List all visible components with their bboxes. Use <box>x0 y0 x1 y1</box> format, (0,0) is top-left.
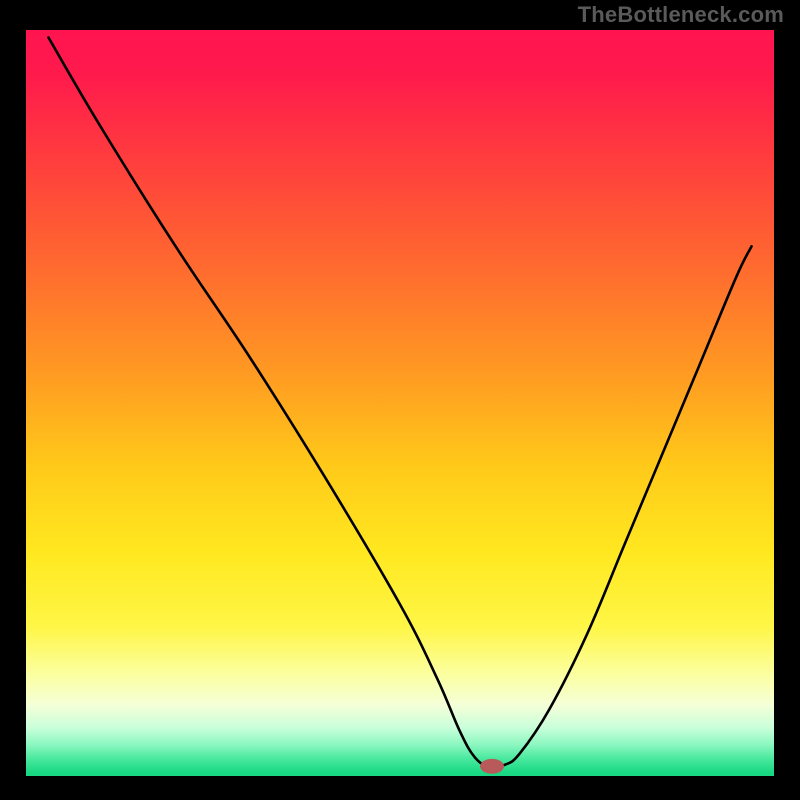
bottleneck-chart-svg <box>0 0 800 800</box>
chart-container: TheBottleneck.com <box>0 0 800 800</box>
watermark-text: TheBottleneck.com <box>578 2 784 28</box>
optimal-point-marker <box>480 759 504 774</box>
plot-background <box>26 30 774 776</box>
